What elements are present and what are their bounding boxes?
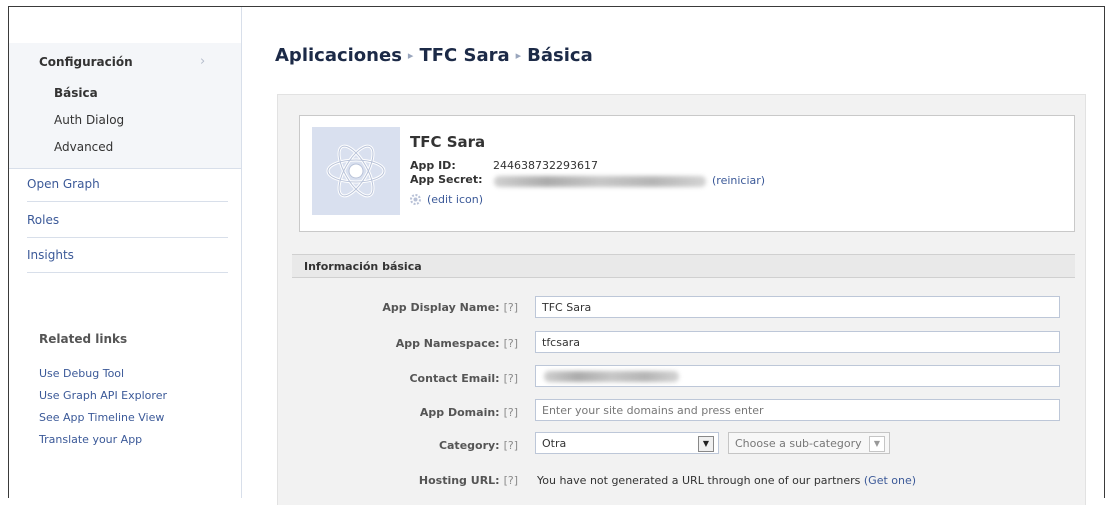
basic-info-header: Información básica — [292, 254, 1075, 278]
sidebar-subitem-auth-dialog[interactable]: Auth Dialog — [54, 113, 124, 127]
app-domain-field[interactable]: Enter your site domains and press enter — [535, 399, 1060, 421]
display-name-label: App Display Name: [?] — [288, 301, 518, 314]
namespace-label: App Namespace: [?] — [288, 337, 518, 350]
sidebar-item-roles[interactable]: Roles — [27, 213, 228, 238]
app-secret-value-redacted — [494, 176, 706, 187]
hosting-url-text: You have not generated a URL through one… — [537, 474, 916, 487]
get-hosting-link[interactable]: (Get one) — [864, 474, 916, 487]
link-translate-app[interactable]: Translate your App — [39, 433, 142, 446]
help-icon[interactable]: [?] — [504, 372, 518, 385]
breadcrumb-separator-icon: ▸ — [515, 49, 522, 62]
app-name: TFC Sara — [410, 133, 486, 151]
category-label-text: Category: — [438, 439, 500, 452]
contact-email-label-text: Contact Email: — [409, 372, 500, 385]
link-app-timeline-view[interactable]: See App Timeline View — [39, 411, 164, 424]
breadcrumb-separator-icon: ▸ — [407, 49, 414, 62]
hosting-url-message: You have not generated a URL through one… — [537, 474, 861, 487]
namespace-field[interactable]: tfcsara — [535, 331, 1060, 353]
dropdown-arrow-icon[interactable]: ▼ — [698, 436, 714, 452]
app-secret-label: App Secret: — [410, 173, 483, 186]
category-label: Category: [?] — [288, 439, 518, 452]
help-icon[interactable]: [?] — [504, 406, 518, 419]
sidebar-divider — [241, 7, 242, 498]
atom-icon[interactable] — [312, 127, 400, 215]
reset-secret-link[interactable]: (reiniciar) — [712, 174, 765, 187]
category-value: Otra — [542, 437, 567, 450]
help-icon[interactable]: [?] — [504, 474, 518, 487]
breadcrumb-apps[interactable]: Aplicaciones — [275, 45, 402, 66]
subcategory-placeholder: Choose a sub-category — [735, 437, 862, 450]
app-id-label: App ID: — [410, 159, 456, 172]
app-domain-label: App Domain: [?] — [288, 406, 518, 419]
link-debug-tool[interactable]: Use Debug Tool — [39, 367, 124, 380]
sidebar-item-open-graph[interactable]: Open Graph — [27, 177, 228, 202]
sidebar-item-insights[interactable]: Insights — [27, 248, 228, 273]
hosting-url-label-text: Hosting URL: — [418, 474, 500, 487]
category-select[interactable]: Otra ▼ — [535, 432, 719, 454]
contact-email-label: Contact Email: [?] — [288, 372, 518, 385]
dropdown-arrow-icon[interactable]: ▼ — [869, 436, 885, 452]
contact-email-field[interactable] — [535, 365, 1060, 387]
chevron-right-icon: › — [200, 54, 206, 69]
namespace-label-text: App Namespace: — [395, 337, 500, 350]
related-links-title: Related links — [39, 332, 128, 346]
app-domain-label-text: App Domain: — [419, 406, 500, 419]
breadcrumb: Aplicaciones ▸ TFC Sara ▸ Básica — [275, 45, 593, 66]
breadcrumb-app[interactable]: TFC Sara — [419, 45, 509, 66]
contact-email-redacted — [544, 371, 679, 382]
hosting-url-label: Hosting URL: [?] — [288, 474, 518, 487]
display-name-label-text: App Display Name: — [382, 301, 500, 314]
help-icon[interactable]: [?] — [504, 439, 518, 452]
sidebar-subitem-basic[interactable]: Básica — [54, 86, 98, 100]
sidebar-subitem-advanced[interactable]: Advanced — [54, 140, 113, 154]
edit-icon-link[interactable]: (edit icon) — [427, 193, 483, 206]
help-icon[interactable]: [?] — [504, 301, 518, 314]
help-icon[interactable]: [?] — [504, 337, 518, 350]
link-graph-api-explorer[interactable]: Use Graph API Explorer — [39, 389, 167, 402]
gear-icon — [409, 193, 422, 209]
sidebar-item-settings[interactable]: Configuración — [39, 55, 133, 69]
app-id-value: 244638732293617 — [493, 159, 598, 172]
breadcrumb-current: Básica — [527, 45, 593, 66]
display-name-field[interactable]: TFC Sara — [535, 296, 1060, 318]
subcategory-select[interactable]: Choose a sub-category ▼ — [728, 432, 890, 454]
